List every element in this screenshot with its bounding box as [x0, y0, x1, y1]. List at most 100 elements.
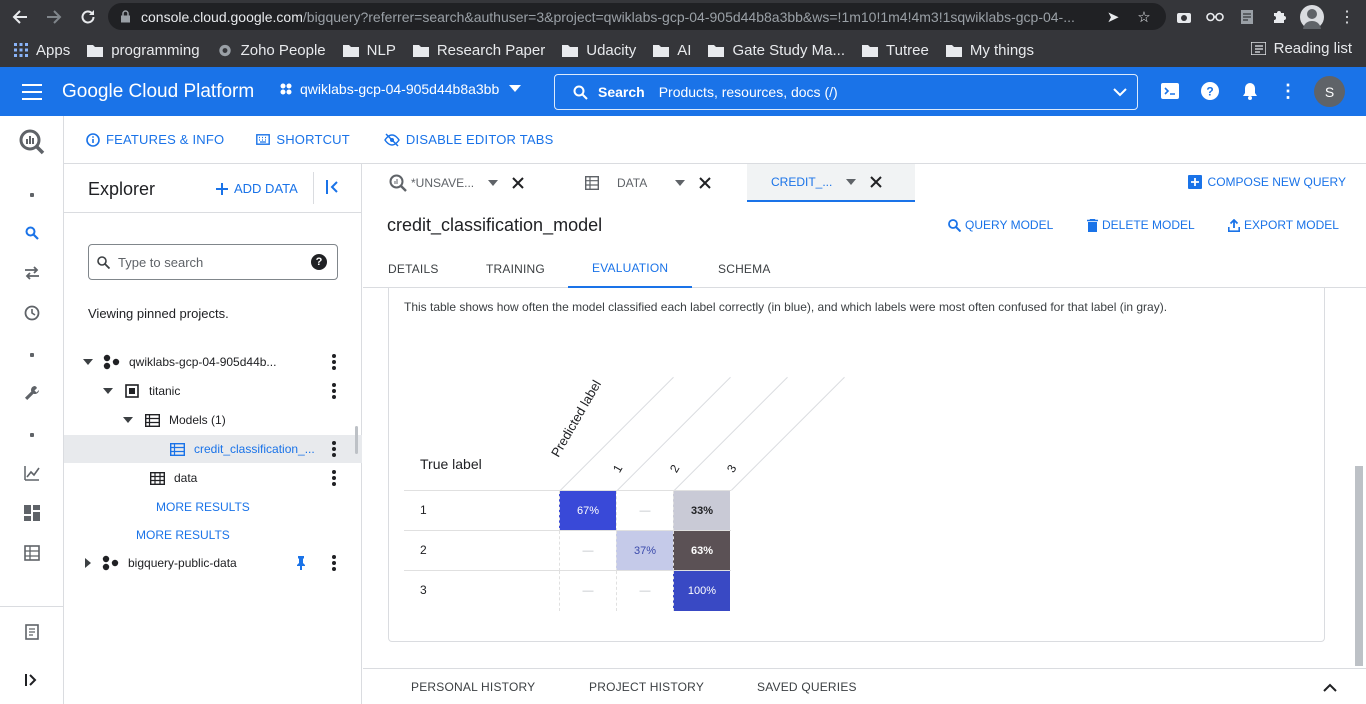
menu-icon[interactable] — [22, 84, 42, 100]
query-model-button[interactable]: QUERY MODEL — [948, 218, 1053, 232]
more-vert-icon[interactable] — [332, 383, 336, 399]
chevron-down-icon[interactable] — [846, 179, 857, 185]
bookmark-udacity[interactable]: Udacity — [562, 42, 636, 59]
help-icon[interactable]: ? — [311, 254, 327, 270]
close-icon[interactable] — [512, 177, 524, 189]
collapse-explorer-icon[interactable] — [326, 180, 340, 194]
bookmark-gate-study[interactable]: Gate Study Ma... — [708, 42, 845, 59]
chevron-down-icon[interactable] — [675, 180, 686, 186]
personal-history-tab[interactable]: PERSONAL HISTORY — [411, 680, 535, 694]
more-vert-icon[interactable] — [332, 354, 336, 370]
bookmark-apps[interactable]: Apps — [14, 42, 70, 59]
tab-credit-model[interactable]: CREDIT_... — [747, 164, 915, 202]
more-results-link[interactable]: MORE RESULTS — [136, 528, 230, 542]
close-icon[interactable] — [870, 176, 883, 188]
tab-details[interactable]: DETAILS — [387, 250, 440, 288]
tab-evaluation[interactable]: EVALUATION — [568, 250, 693, 288]
cloud-shell-icon[interactable] — [1160, 81, 1180, 101]
close-icon[interactable] — [699, 177, 711, 189]
chrome-menu-icon[interactable]: ⋮ — [1336, 6, 1358, 28]
chevron-down-icon — [509, 85, 522, 92]
tree-label: bigquery-public-data — [128, 556, 237, 570]
svg-text:?: ? — [1206, 85, 1213, 99]
shortcut-button[interactable]: SHORTCUT — [256, 132, 350, 147]
tree-row-dataset[interactable]: titanic — [64, 377, 362, 405]
tree-row-project[interactable]: qwiklabs-gcp-04-905d44b... — [64, 348, 362, 376]
features-info-button[interactable]: FEATURES & INFO — [86, 132, 224, 147]
bookmark-programming[interactable]: programming — [87, 42, 200, 59]
profile-avatar[interactable] — [1300, 5, 1324, 29]
bookmark-label: Gate Study Ma... — [732, 41, 846, 59]
expand-rail-icon[interactable] — [22, 670, 42, 690]
transfers-icon[interactable] — [22, 263, 42, 283]
caret-down-icon[interactable] — [83, 358, 93, 366]
wrench-icon[interactable] — [22, 383, 42, 403]
project-hex-icon — [103, 354, 120, 370]
disable-editor-tabs-button[interactable]: DISABLE EDITOR TABS — [384, 132, 554, 147]
notes-extension-icon[interactable] — [1236, 6, 1258, 28]
project-history-tab[interactable]: PROJECT HISTORY — [589, 680, 704, 694]
add-data-button[interactable]: ADD DATA — [216, 181, 298, 196]
tree-row-public-data[interactable]: bigquery-public-data — [64, 549, 362, 577]
reading-list-button[interactable]: Reading list — [1250, 40, 1352, 57]
more-results-link[interactable]: MORE RESULTS — [156, 500, 250, 514]
more-vert-icon[interactable] — [332, 555, 336, 571]
address-bar[interactable]: console.cloud.google.com/bigquery?referr… — [108, 3, 1166, 30]
explorer-search-input[interactable]: Type to search ? — [88, 244, 338, 280]
send-icon[interactable]: ➤ — [1102, 6, 1124, 28]
pinned-note: Viewing pinned projects. — [88, 306, 229, 321]
puzzle-icon[interactable] — [1268, 6, 1290, 28]
tab-unsaved-query[interactable]: *UNSAVE... — [389, 164, 539, 202]
bigquery-logo-icon[interactable] — [18, 128, 46, 156]
caret-down-icon[interactable] — [123, 416, 133, 424]
tree-row-table-data[interactable]: data — [64, 464, 362, 492]
export-model-button[interactable]: EXPORT MODEL — [1228, 218, 1339, 232]
bookmark-zoho-people[interactable]: Zoho People — [217, 42, 326, 59]
global-search[interactable]: Search Products, resources, docs (/) — [554, 74, 1138, 110]
brand-title[interactable]: Google Cloud Platform — [62, 81, 254, 103]
camera-icon[interactable] — [1173, 6, 1195, 28]
more-vert-icon[interactable] — [332, 441, 336, 457]
notifications-bell-icon[interactable] — [1240, 81, 1260, 101]
table-grid-icon[interactable] — [22, 543, 42, 563]
main-scrollbar[interactable] — [1355, 466, 1363, 666]
search-icon[interactable] — [22, 223, 42, 243]
tree-row-models[interactable]: Models (1) — [64, 406, 362, 434]
chevron-down-icon[interactable] — [488, 180, 499, 186]
explorer-resize-handle[interactable] — [355, 426, 358, 454]
bookmark-ai[interactable]: AI — [653, 42, 691, 59]
clock-icon[interactable] — [22, 303, 42, 323]
help-icon[interactable]: ? — [1200, 81, 1220, 101]
tab-training[interactable]: TRAINING — [485, 250, 546, 288]
chevron-up-icon[interactable] — [1323, 683, 1337, 692]
bookmark-research-paper[interactable]: Research Paper — [412, 42, 545, 59]
caret-right-icon[interactable] — [85, 558, 92, 568]
tab-schema[interactable]: SCHEMA — [717, 250, 772, 288]
project-picker[interactable]: qwiklabs-gcp-04-905d44b8a3bb — [278, 81, 522, 97]
reload-icon[interactable] — [76, 5, 100, 29]
caret-down-icon[interactable] — [103, 387, 113, 395]
star-icon[interactable]: ☆ — [1133, 6, 1155, 28]
project-hex-icon — [280, 83, 292, 95]
folder-icon — [708, 44, 725, 57]
bookmark-my-things[interactable]: My things — [945, 42, 1034, 59]
avatar[interactable]: S — [1314, 76, 1345, 107]
matrix-cell: 67% — [559, 491, 616, 531]
bookmark-nlp[interactable]: NLP — [342, 42, 396, 59]
release-notes-icon[interactable] — [22, 622, 42, 642]
compose-new-query-button[interactable]: COMPOSE NEW QUERY — [1187, 175, 1346, 189]
more-vert-icon[interactable] — [332, 470, 336, 486]
back-icon[interactable] — [8, 5, 32, 29]
model-title: credit_classification_model — [387, 215, 603, 235]
saved-queries-tab[interactable]: SAVED QUERIES — [757, 680, 857, 694]
more-vert-icon[interactable]: ⋮ — [1278, 81, 1298, 101]
analytics-chart-icon[interactable] — [22, 463, 42, 483]
delete-model-button[interactable]: DELETE MODEL — [1087, 218, 1195, 232]
glasses-icon[interactable] — [1204, 6, 1226, 28]
dashboard-icon[interactable] — [22, 503, 42, 523]
bookmark-tutree[interactable]: Tutree — [862, 42, 929, 59]
forward-icon[interactable] — [42, 5, 66, 29]
tree-row-model-selected[interactable]: credit_classification_... — [64, 435, 362, 463]
tab-data[interactable]: DATA — [585, 164, 725, 202]
pin-icon[interactable] — [296, 556, 306, 570]
